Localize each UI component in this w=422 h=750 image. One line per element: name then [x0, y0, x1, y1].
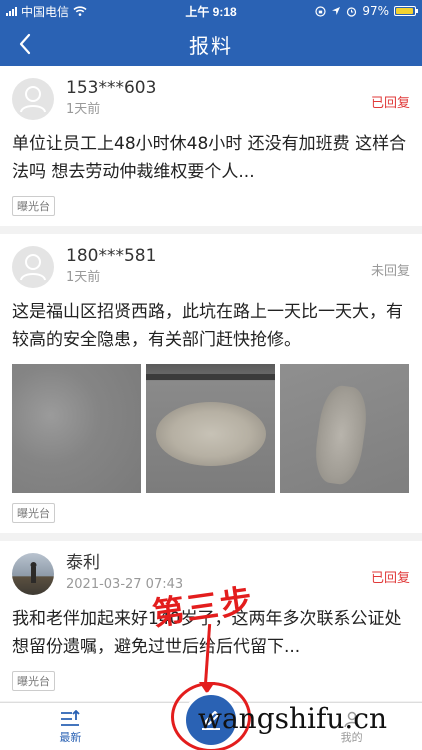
- reply-status-badge: 已回复: [370, 96, 410, 111]
- reply-status-badge: 已回复: [370, 571, 410, 586]
- tab-mine-label: 我的: [340, 730, 363, 744]
- report-feed[interactable]: 153***603 1天前 已回复 单位让员工上48小时休48小时 还没有加班费…: [0, 66, 422, 702]
- status-time: 上午 9:18: [185, 4, 237, 19]
- back-button[interactable]: [10, 28, 40, 60]
- post-card[interactable]: 泰利 2021-03-27 07:43 已回复 我和老伴加起来好140岁了，这两…: [0, 541, 422, 701]
- category-tag: 曝光台: [12, 196, 55, 216]
- post-time: 2021-03-27 07:43: [66, 577, 184, 592]
- post-time: 1天前: [66, 270, 101, 285]
- post-card[interactable]: 180***581 1天前 未回复 这是福山区招贤西路，此坑在路上一天比一天大，…: [0, 234, 422, 533]
- post-card[interactable]: 153***603 1天前 已回复 单位让员工上48小时休48小时 还没有加班费…: [0, 66, 422, 226]
- battery-icon: [394, 6, 419, 16]
- alarm-icon: [347, 6, 357, 17]
- photo-grid: [12, 364, 410, 493]
- status-bar: 中国电信 上午 9:18 97%: [0, 0, 422, 22]
- page-title: 报料: [189, 33, 233, 58]
- category-tag: 曝光台: [12, 503, 55, 523]
- category-tag: 曝光台: [12, 671, 55, 691]
- post-username: 153***603: [66, 78, 157, 98]
- user-photo-avatar: [30, 562, 37, 583]
- location-icon: [332, 7, 341, 15]
- road-photo[interactable]: [12, 364, 141, 493]
- battery-percent: 97%: [362, 4, 390, 18]
- pothole-photo[interactable]: [280, 364, 409, 493]
- latest-list-icon: [61, 709, 80, 726]
- chevron-left-icon: [19, 33, 31, 55]
- avatar: [12, 553, 54, 595]
- tab-mine[interactable]: 我的: [281, 703, 422, 750]
- post-time: 1天前: [66, 102, 101, 117]
- post-text: 这是福山区招贤西路，此坑在路上一天比一天大，有较高的安全隐患，有关部门赶快抢修。: [12, 302, 403, 350]
- tab-latest-label: 最新: [59, 730, 82, 744]
- post-username: 泰利: [66, 553, 100, 573]
- carrier-label: 中国电信: [21, 4, 70, 19]
- wifi-icon: [73, 6, 87, 16]
- default-avatar-icon: [20, 86, 46, 113]
- new-report-button[interactable]: [183, 692, 239, 748]
- avatar: [12, 78, 54, 120]
- signal-icon: [6, 6, 17, 16]
- edit-icon: [202, 711, 220, 730]
- tab-latest[interactable]: 最新: [0, 703, 141, 750]
- avatar: [12, 246, 54, 288]
- nav-bar: 报料: [0, 22, 422, 66]
- user-icon: [343, 711, 360, 727]
- post-text: 单位让员工上48小时休48小时 还没有加班费 这样合法吗 想去劳动仲裁维权要个人…: [12, 134, 407, 182]
- default-avatar-icon: [20, 254, 46, 281]
- pothole-photo[interactable]: [146, 364, 275, 493]
- post-username: 180***581: [66, 246, 157, 266]
- post-text: 我和老伴加起来好140岁了，这两年多次联系公证处想留份遗嘱，避免过世后给后代留下…: [12, 609, 402, 657]
- orientation-lock-icon: [315, 5, 326, 17]
- reply-status-badge: 未回复: [370, 264, 410, 279]
